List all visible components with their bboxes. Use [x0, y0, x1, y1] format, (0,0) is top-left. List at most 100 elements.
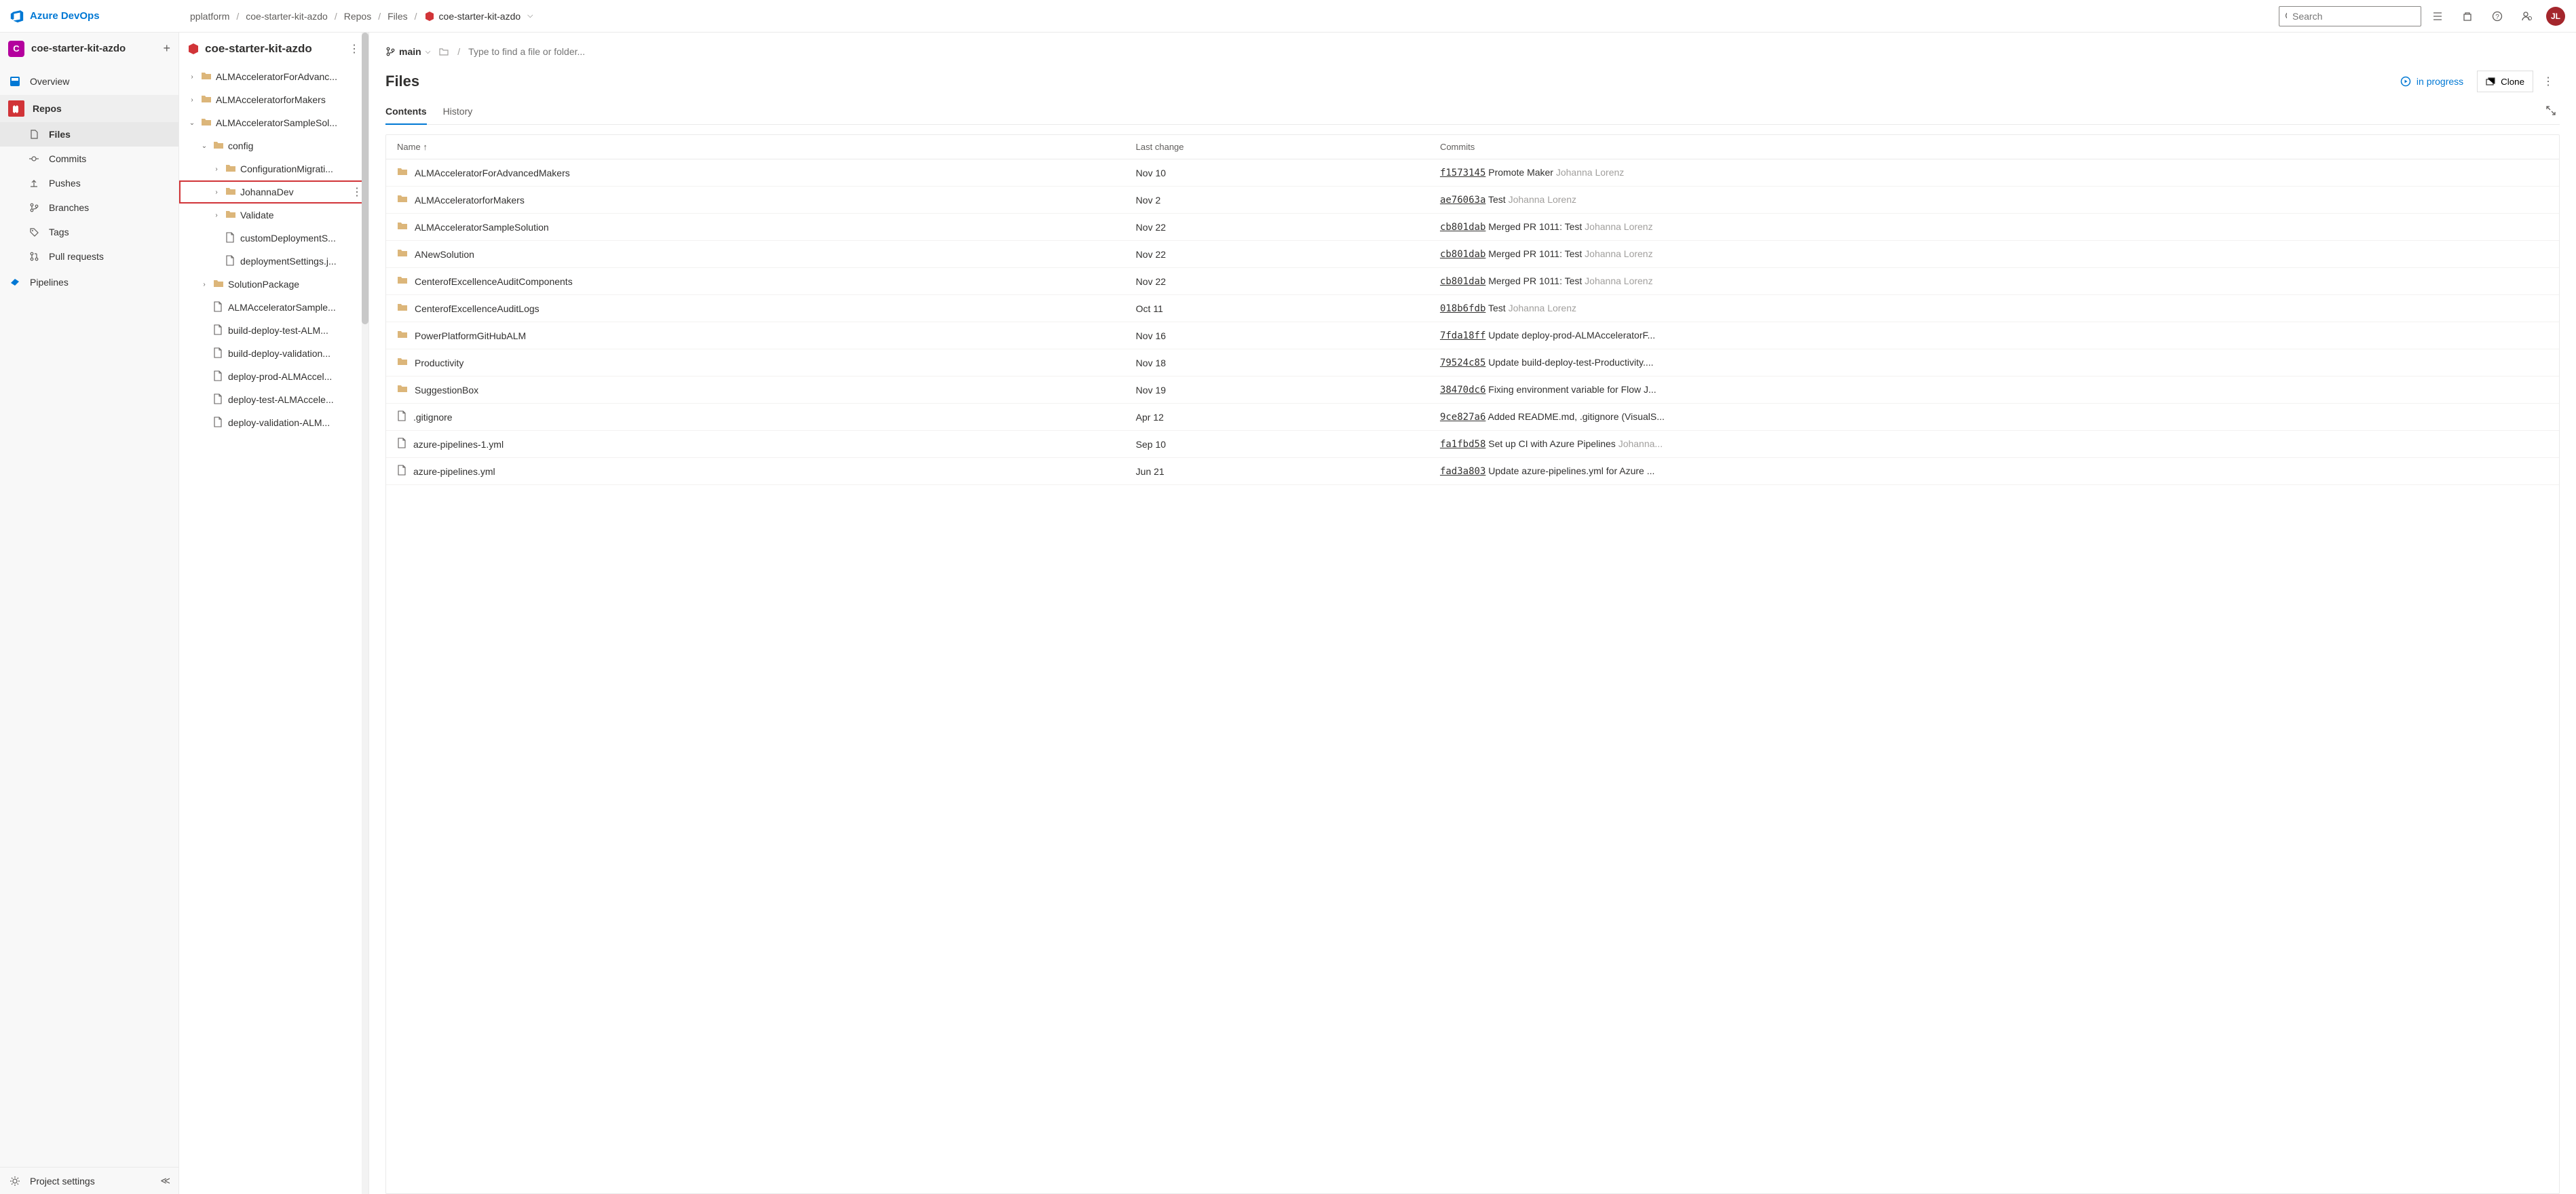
caret-icon: › [212, 189, 221, 196]
avatar[interactable]: JL [2546, 7, 2565, 26]
project-header[interactable]: C coe-starter-kit-azdo + [0, 33, 178, 65]
th-name[interactable]: Name ↑ [386, 135, 1125, 159]
nav-project-settings[interactable]: Project settings ≪ [0, 1167, 178, 1194]
tree-item[interactable]: ›Validate [179, 204, 368, 227]
table-row[interactable]: PowerPlatformGitHubALMNov 167fda18ff Upd… [386, 322, 2559, 349]
help-icon[interactable]: ? [2484, 3, 2511, 30]
tree-item[interactable]: ›ALMAcceleratorforMakers [179, 88, 368, 111]
tree-item[interactable]: ⌄ALMAcceleratorSampleSol... [179, 111, 368, 134]
tab-history[interactable]: History [443, 102, 473, 124]
row-date: Apr 12 [1125, 404, 1429, 431]
nav-repos[interactable]: Repos [0, 95, 178, 122]
commit-hash[interactable]: 018b6fdb [1440, 303, 1485, 314]
tree-scrollbar-thumb[interactable] [362, 33, 368, 324]
marketplace-icon[interactable] [2454, 3, 2481, 30]
tree-item[interactable]: ›ALMAcceleratorForAdvanc... [179, 65, 368, 88]
crumb-repo[interactable]: coe-starter-kit-azdo ⌵ [424, 11, 533, 22]
commit-hash[interactable]: 9ce827a6 [1440, 412, 1485, 423]
nav-pushes[interactable]: Pushes [0, 171, 178, 195]
tree-item[interactable]: deploymentSettings.j... [179, 250, 368, 273]
table-row[interactable]: azure-pipelines.ymlJun 21fad3a803 Update… [386, 458, 2559, 485]
commit-hash[interactable]: cb801dab [1440, 276, 1485, 287]
commit-hash[interactable]: 38470dc6 [1440, 385, 1485, 396]
table-row[interactable]: ANewSolutionNov 22cb801dab Merged PR 101… [386, 241, 2559, 268]
tree-item[interactable]: ›JohannaDev⋮ [179, 180, 368, 204]
tree-item[interactable]: ›ConfigurationMigrati... [179, 157, 368, 180]
table-row[interactable]: SuggestionBoxNov 1938470dc6 Fixing envir… [386, 377, 2559, 404]
clone-button[interactable]: Clone [2477, 71, 2533, 92]
nav-files[interactable]: Files [0, 122, 178, 147]
commit-hash[interactable]: 7fda18ff [1440, 330, 1485, 341]
pull-requests-icon [27, 252, 41, 261]
folder-icon [225, 163, 236, 176]
tree-item[interactable]: deploy-validation-ALM... [179, 411, 368, 434]
repo-more-button[interactable]: ⋮ [349, 42, 360, 56]
tree-item[interactable]: customDeploymentS... [179, 227, 368, 250]
fullscreen-button[interactable] [2542, 102, 2560, 124]
nav-pipelines[interactable]: Pipelines [0, 269, 178, 296]
repo-icon [424, 11, 435, 22]
row-name: ALMAcceleratorForAdvancedMakers [415, 168, 570, 178]
branch-selector[interactable]: main ⌵ [385, 46, 430, 57]
table-row[interactable]: ProductivityNov 1879524c85 Update build-… [386, 349, 2559, 377]
chevron-down-icon: ⌵ [425, 48, 431, 56]
tree-header: coe-starter-kit-azdo ⋮ [179, 33, 368, 65]
repo-title[interactable]: coe-starter-kit-azdo [205, 42, 343, 56]
branch-name: main [399, 46, 421, 57]
commit-hash[interactable]: cb801dab [1440, 222, 1485, 233]
commit-hash[interactable]: cb801dab [1440, 249, 1485, 260]
add-button[interactable]: + [163, 41, 170, 56]
search-box[interactable] [2279, 6, 2421, 26]
row-date: Nov 10 [1125, 159, 1429, 187]
nav-branches[interactable]: Branches [0, 195, 178, 220]
build-status[interactable]: in progress [2400, 76, 2463, 87]
tree-item[interactable]: deploy-test-ALMAccele... [179, 388, 368, 411]
table-row[interactable]: ALMAcceleratorforMakersNov 2ae76063a Tes… [386, 187, 2559, 214]
th-commits[interactable]: Commits [1429, 135, 2559, 159]
tree-item[interactable]: ALMAcceleratorSample... [179, 296, 368, 319]
list-icon[interactable] [2424, 3, 2451, 30]
file-icon [213, 417, 224, 429]
tree-item[interactable]: ›SolutionPackage [179, 273, 368, 296]
tree-item-label: ALMAcceleratorSampleSol... [216, 117, 337, 128]
clone-label: Clone [2501, 77, 2524, 87]
folder-icon [397, 275, 408, 288]
crumb-org[interactable]: pplatform [190, 11, 229, 22]
user-settings-icon[interactable] [2514, 3, 2541, 30]
tree-item[interactable]: build-deploy-validation... [179, 342, 368, 365]
crumb-sub[interactable]: Files [387, 11, 408, 22]
path-input[interactable] [468, 46, 2560, 57]
crumb-area[interactable]: Repos [344, 11, 371, 22]
more-actions-button[interactable]: ⋮ [2537, 75, 2560, 88]
clone-icon [2486, 77, 2495, 86]
nav-pull-requests[interactable]: Pull requests [0, 244, 178, 269]
table-row[interactable]: CenterofExcellenceAuditComponentsNov 22c… [386, 268, 2559, 295]
row-date: Nov 22 [1125, 241, 1429, 268]
th-last-change[interactable]: Last change [1125, 135, 1429, 159]
collapse-nav-icon[interactable]: ≪ [160, 1175, 170, 1187]
nav-commits[interactable]: Commits [0, 147, 178, 171]
tab-contents[interactable]: Contents [385, 102, 427, 125]
table-row[interactable]: azure-pipelines-1.ymlSep 10fa1fbd58 Set … [386, 431, 2559, 458]
table-row[interactable]: .gitignoreApr 129ce827a6 Added README.md… [386, 404, 2559, 431]
commit-hash[interactable]: fa1fbd58 [1440, 439, 1485, 450]
search-input[interactable] [2292, 11, 2415, 22]
branch-icon [385, 47, 395, 56]
tree-item[interactable]: deploy-prod-ALMAccel... [179, 365, 368, 388]
tree-item-label: SolutionPackage [228, 279, 299, 290]
nav-overview[interactable]: Overview [0, 68, 178, 95]
commit-hash[interactable]: f1573145 [1440, 168, 1485, 178]
table-row[interactable]: CenterofExcellenceAuditLogsOct 11018b6fd… [386, 295, 2559, 322]
commit-author: Johanna Lorenz [1509, 194, 1576, 205]
tree-item[interactable]: ⌄config [179, 134, 368, 157]
table-row[interactable]: ALMAcceleratorSampleSolutionNov 22cb801d… [386, 214, 2559, 241]
tree-item[interactable]: build-deploy-test-ALM... [179, 319, 368, 342]
commit-hash[interactable]: fad3a803 [1440, 466, 1485, 477]
crumb-project[interactable]: coe-starter-kit-azdo [246, 11, 328, 22]
commit-hash[interactable]: ae76063a [1440, 195, 1485, 206]
file-icon [397, 410, 406, 423]
commit-hash[interactable]: 79524c85 [1440, 358, 1485, 368]
nav-tags[interactable]: Tags [0, 220, 178, 244]
logo-block[interactable]: Azure DevOps [5, 9, 182, 24]
table-row[interactable]: ALMAcceleratorForAdvancedMakers Nov 10 f15… [386, 159, 2559, 187]
